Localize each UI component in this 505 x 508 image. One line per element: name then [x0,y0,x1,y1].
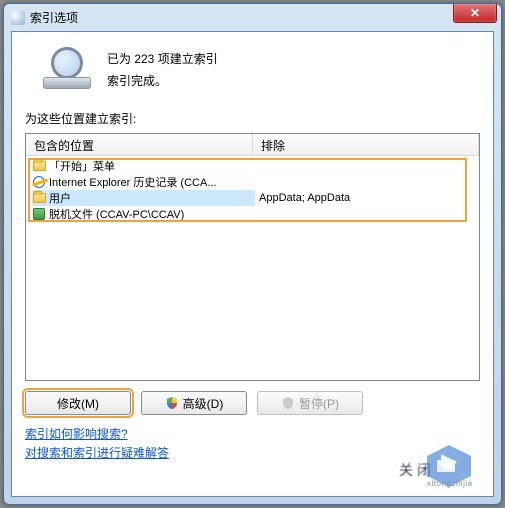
list-item-label: 「开始」菜单 [49,158,115,174]
list-item[interactable]: 「开始」菜单 [28,158,477,174]
list-body: 「开始」菜单 Internet Explorer 历史记录 (CCA... 用户… [26,156,479,224]
list-item-label: Internet Explorer 历史记录 (CCA... [49,174,217,190]
folder-icon [32,191,46,205]
list-item-label: 脱机文件 (CCAV-PC\CCAV) [49,206,184,222]
folder-icon [32,159,46,173]
link-how-indexing-affects-search[interactable]: 索引如何影响搜索? [25,427,128,441]
uac-shield-icon [281,396,295,410]
ie-icon [32,175,46,189]
locations-label: 为这些位置建立索引: [25,110,480,127]
svg-text:xitongzhijia: xitongzhijia [427,479,473,488]
close-icon: ✕ [470,6,480,20]
close-button[interactable]: ✕ [453,4,497,23]
window-icon [11,11,25,25]
status-area: 已为 223 项建立索引 索引完成。 [25,45,480,92]
list-item[interactable]: 用户 AppData; AppData [28,190,477,206]
titlebar[interactable]: 索引选项 ✕ [4,4,501,31]
list-item[interactable]: Internet Explorer 历史记录 (CCA... [28,174,477,190]
list-item[interactable]: 脱机文件 (CCAV-PC\CCAV) [28,206,477,222]
link-troubleshoot[interactable]: 对搜索和索引进行疑难解答 [25,446,169,460]
offline-files-icon [32,207,46,221]
indexing-options-window: 索引选项 ✕ 已为 223 项建立索引 索引完成。 为这些位置建立索引: 包含的… [3,3,502,505]
pause-button-label: 暂停(P) [299,395,339,412]
footer-obscured-text: 关闭 [399,460,435,480]
uac-shield-icon [165,396,179,410]
list-header[interactable]: 包含的位置 排除 [26,134,479,156]
status-line-count: 已为 223 项建立索引 [107,49,218,71]
modify-button[interactable]: 修改(M) [25,391,131,415]
list-item-excluded: AppData; AppData [255,192,477,204]
indexing-icon [41,45,91,89]
window-content: 已为 223 项建立索引 索引完成。 为这些位置建立索引: 包含的位置 排除 「… [11,31,494,497]
status-text: 已为 223 项建立索引 索引完成。 [107,45,218,92]
locations-list[interactable]: 包含的位置 排除 「开始」菜单 Internet Explorer 历史记录 (… [25,133,480,381]
advanced-button[interactable]: 高级(D) [141,391,247,415]
column-included[interactable]: 包含的位置 [26,134,253,155]
buttons-row: 修改(M) 高级(D) 暂停(P) [25,391,480,415]
list-item-label: 用户 [49,190,71,206]
status-line-done: 索引完成。 [107,71,218,93]
advanced-button-label: 高级(D) [183,395,224,412]
window-title: 索引选项 [30,9,453,26]
column-excluded[interactable]: 排除 [253,134,479,155]
help-links: 索引如何影响搜索? 对搜索和索引进行疑难解答 [25,425,480,463]
pause-button: 暂停(P) [257,391,363,415]
